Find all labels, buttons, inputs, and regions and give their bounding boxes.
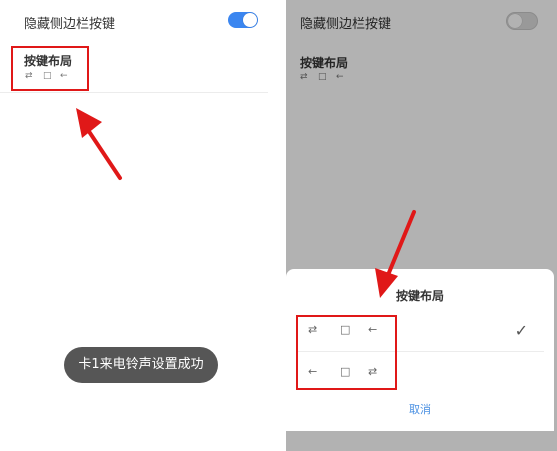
toggle-knob bbox=[243, 13, 257, 27]
key-layout-highlight-box[interactable] bbox=[11, 46, 89, 91]
check-icon: ✓ bbox=[514, 321, 528, 340]
left-screen: 隐藏侧边栏按键 按键布局 ⇄ □ ← 卡1来电铃声设置成功 bbox=[0, 0, 284, 451]
cancel-button[interactable]: 取消 bbox=[286, 401, 554, 417]
divider bbox=[0, 92, 268, 93]
dialog-title: 按键布局 bbox=[395, 289, 444, 303]
toast-message: 卡1来电铃声设置成功 bbox=[64, 347, 218, 383]
layout-options-highlight-box bbox=[296, 315, 397, 390]
hide-sidebar-keys-toggle[interactable] bbox=[228, 12, 258, 28]
right-screen: 隐藏侧边栏按键 按键布局 ⇄ □ ← 按键布局 ⇄ □ ← ✓ ← □ ⇄ 取消 bbox=[286, 0, 557, 451]
hide-sidebar-keys-label: 隐藏侧边栏按键 bbox=[24, 17, 116, 32]
